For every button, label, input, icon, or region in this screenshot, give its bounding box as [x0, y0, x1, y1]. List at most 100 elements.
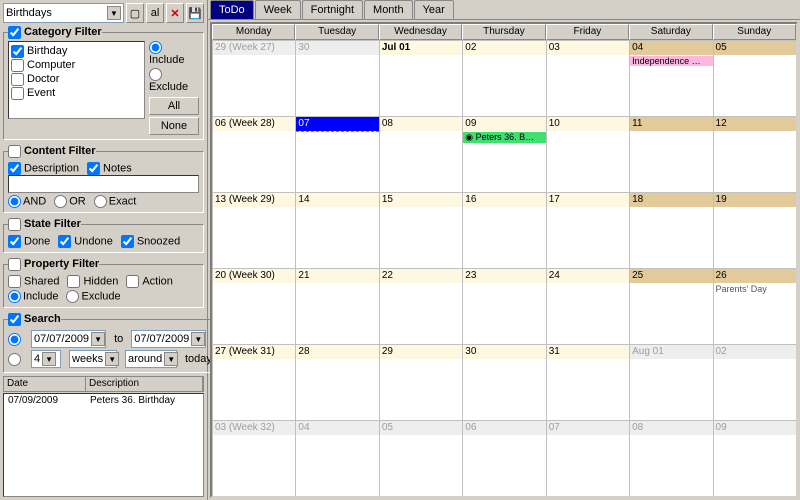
calendar-event[interactable]: Parents' Day	[714, 284, 796, 294]
tab-year[interactable]: Year	[414, 0, 454, 19]
prop-action[interactable]: Action	[126, 275, 173, 288]
property-filter-toggle[interactable]: Property Filter	[8, 258, 99, 270]
calendar-cell[interactable]: 11	[629, 117, 712, 192]
sidebar: Birthdays ▼ ▢ al ✕ 💾 Category Filter Bir…	[0, 0, 208, 500]
content-filter-input[interactable]	[8, 175, 199, 193]
results-col-date[interactable]: Date	[4, 377, 86, 391]
calendar-cell[interactable]: 29	[379, 345, 462, 420]
category-item-doctor[interactable]: Doctor	[11, 72, 142, 86]
search-toggle[interactable]: Search	[8, 313, 61, 325]
calendar-cell[interactable]: 09◉ Peters 36. B…	[462, 117, 545, 192]
calendar-cell[interactable]: 10	[546, 117, 629, 192]
category-all-button[interactable]: All	[149, 97, 199, 115]
calendar-cell[interactable]: Jul 01	[379, 41, 462, 116]
content-notes-check[interactable]: Notes	[87, 162, 132, 175]
calendar-cell[interactable]: 09	[713, 421, 796, 496]
calendar-cell[interactable]: 07	[546, 421, 629, 496]
calendar-cell[interactable]: 27 (Week 31)	[212, 345, 295, 420]
tab-todo[interactable]: ToDo	[210, 0, 254, 19]
tab-fortnight[interactable]: Fortnight	[302, 0, 363, 19]
calendar-cell[interactable]: 04Independence …	[629, 41, 712, 116]
prop-hidden[interactable]: Hidden	[67, 275, 118, 288]
category-none-button[interactable]: None	[149, 117, 199, 135]
calendar-cell[interactable]: 28	[295, 345, 378, 420]
calendar-cell[interactable]: 04	[295, 421, 378, 496]
calendar-cell[interactable]: 23	[462, 269, 545, 344]
state-filter-toggle[interactable]: State Filter	[8, 218, 81, 230]
state-snoozed[interactable]: Snoozed	[121, 235, 180, 248]
calendar-cell[interactable]: 26Parents' Day	[713, 269, 796, 344]
content-mode-and[interactable]: AND	[8, 195, 46, 208]
calendar-cell[interactable]: 16	[462, 193, 545, 268]
tab-month[interactable]: Month	[364, 0, 413, 19]
calendar-cell[interactable]: 30	[295, 41, 378, 116]
calendar-cell[interactable]: 05	[379, 421, 462, 496]
dayhdr-thu: Thursday	[462, 24, 545, 40]
calendar-cell[interactable]: 22	[379, 269, 462, 344]
search-count[interactable]: 4▼	[31, 350, 61, 368]
category-mode-include[interactable]: Include	[149, 41, 199, 66]
calendar-header: Monday Tuesday Wednesday Thursday Friday…	[212, 24, 796, 40]
calendar-cell[interactable]: 19	[713, 193, 796, 268]
content-mode-exact[interactable]: Exact	[94, 195, 137, 208]
calendar-cell[interactable]: 05	[713, 41, 796, 116]
calendar-cell[interactable]: 02	[462, 41, 545, 116]
calendar-cell[interactable]: 31	[546, 345, 629, 420]
calendar-cell[interactable]: 14	[295, 193, 378, 268]
prop-mode-include[interactable]: Include	[8, 290, 58, 303]
calendar-cell[interactable]: 02	[713, 345, 796, 420]
prop-shared[interactable]: Shared	[8, 275, 59, 288]
category-list[interactable]: Birthday Computer Doctor Event	[8, 41, 145, 119]
content-filter-toggle[interactable]: Content Filter	[8, 145, 96, 157]
calendar-cell[interactable]: 30	[462, 345, 545, 420]
calendar-cell[interactable]: 25	[629, 269, 712, 344]
calendar-cell[interactable]: 06 (Week 28)	[212, 117, 295, 192]
calendar-cell[interactable]: 24	[546, 269, 629, 344]
state-done[interactable]: Done	[8, 235, 50, 248]
category-filter-toggle[interactable]: Category Filter	[8, 26, 102, 38]
search-rel[interactable]: around▼	[125, 350, 177, 368]
category-mode-exclude[interactable]: Exclude	[149, 68, 199, 93]
category-item-birthday[interactable]: Birthday	[11, 44, 142, 58]
content-desc-check[interactable]: Description	[8, 162, 79, 175]
calendar-cell[interactable]: 06	[462, 421, 545, 496]
delete-button[interactable]: ✕	[166, 3, 184, 23]
state-undone[interactable]: Undone	[58, 235, 113, 248]
search-mode-range[interactable]	[8, 333, 21, 346]
search-unit[interactable]: weeks▼	[69, 350, 117, 368]
content-mode-or[interactable]: OR	[54, 195, 86, 208]
results-col-desc[interactable]: Description	[86, 377, 203, 391]
chevron-down-icon: ▼	[91, 332, 105, 346]
calendar-cell[interactable]: 03 (Week 32)	[212, 421, 295, 496]
results-row[interactable]: 07/09/2009 Peters 36. Birthday	[5, 395, 202, 406]
calendar-event[interactable]: Independence …	[630, 56, 712, 66]
category-item-event[interactable]: Event	[11, 86, 142, 100]
results-list[interactable]: 07/09/2009 Peters 36. Birthday	[3, 393, 204, 497]
search-to-date[interactable]: 07/07/2009▼	[131, 330, 206, 348]
chevron-down-icon: ▼	[164, 352, 178, 366]
content-filter-group: Content Filter Description Notes AND OR …	[3, 145, 204, 213]
calendar-event[interactable]: ◉ Peters 36. B…	[463, 132, 545, 143]
search-mode-relative[interactable]	[8, 353, 21, 366]
new-button[interactable]: ▢	[126, 3, 144, 23]
calendar-cell[interactable]: 29 (Week 27)	[212, 41, 295, 116]
al-button[interactable]: al	[146, 3, 164, 23]
calendar-cell[interactable]: 17	[546, 193, 629, 268]
search-from-date[interactable]: 07/07/2009▼	[31, 330, 106, 348]
calendar-cell[interactable]: 08	[629, 421, 712, 496]
calendar-cell[interactable]: 18	[629, 193, 712, 268]
calendar-cell[interactable]: 20 (Week 30)	[212, 269, 295, 344]
calendar-cell[interactable]: 13 (Week 29)	[212, 193, 295, 268]
category-item-computer[interactable]: Computer	[11, 58, 142, 72]
calendar-cell[interactable]: 12	[713, 117, 796, 192]
calendar-cell[interactable]: 03	[546, 41, 629, 116]
save-button[interactable]: 💾	[186, 3, 204, 23]
calendar-cell[interactable]: Aug 01	[629, 345, 712, 420]
calendar-cell[interactable]: 08	[379, 117, 462, 192]
category-selector[interactable]: Birthdays ▼	[3, 3, 124, 23]
calendar-cell[interactable]: 07	[295, 117, 378, 192]
tab-week[interactable]: Week	[255, 0, 301, 19]
calendar-cell[interactable]: 21	[295, 269, 378, 344]
prop-mode-exclude[interactable]: Exclude	[66, 290, 120, 303]
calendar-cell[interactable]: 15	[379, 193, 462, 268]
